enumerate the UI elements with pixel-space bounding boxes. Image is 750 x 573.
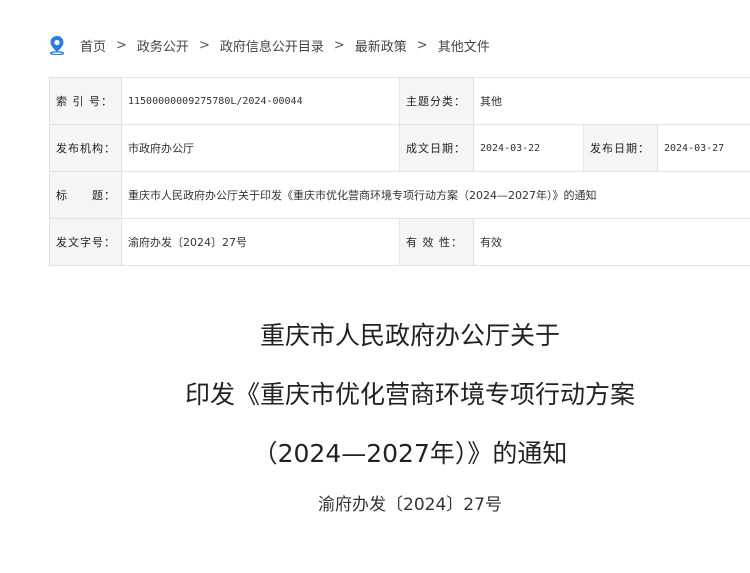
table-row: 发文字号： 渝府办发〔2024〕27号 有 效 性： 有效 — [49, 218, 750, 266]
title-value: 重庆市人民政府办公厅关于印发《重庆市优化营商环境专项行动方案（2024—2027… — [120, 171, 750, 219]
breadcrumb-home[interactable]: 首页 — [80, 36, 106, 55]
topic-category-label: 主题分类： — [399, 77, 474, 125]
breadcrumb-separator: > — [416, 37, 428, 53]
breadcrumb-info-catalog[interactable]: 政府信息公开目录 — [220, 36, 324, 55]
written-date-label: 成文日期： — [399, 124, 474, 172]
validity-label: 有 效 性： — [399, 218, 474, 266]
release-date-value: 2024-03-27 — [656, 124, 750, 172]
breadcrumb-separator: > — [198, 37, 210, 53]
breadcrumb-government-affairs[interactable]: 政务公开 — [137, 36, 189, 55]
document-metadata-table: 索 引 号： 11500000009275780L/2024-00044 主题分… — [49, 77, 750, 266]
publisher-label: 发布机构： — [49, 124, 122, 172]
table-row: 标 题： 重庆市人民政府办公厅关于印发《重庆市优化营商环境专项行动方案（2024… — [49, 171, 750, 219]
validity-value: 有效 — [472, 218, 750, 266]
breadcrumb: 首页 > 政务公开 > 政府信息公开目录 > 最新政策 > 其他文件 — [48, 34, 490, 56]
document-number-label: 发文字号： — [49, 218, 122, 266]
location-pin-icon — [48, 35, 66, 55]
breadcrumb-separator: > — [333, 37, 345, 53]
release-date-label: 发布日期： — [583, 124, 658, 172]
index-number-label: 索 引 号： — [49, 77, 122, 125]
written-date-value: 2024-03-22 — [473, 124, 584, 172]
document-title-line-3: （2024—2027年）》的通知 — [252, 439, 568, 468]
title-label: 标 题： — [49, 171, 122, 219]
breadcrumb-other-files[interactable]: 其他文件 — [438, 36, 490, 55]
table-row: 索 引 号： 11500000009275780L/2024-00044 主题分… — [49, 77, 750, 125]
breadcrumb-latest-policy[interactable]: 最新政策 — [355, 36, 407, 55]
index-number-value: 11500000009275780L/2024-00044 — [121, 77, 400, 125]
document-number: 渝府办发〔2024〕27号 — [318, 495, 502, 515]
table-row: 发布机构： 市政府办公厅 成文日期： 2024-03-22 发布日期： 2024… — [49, 124, 750, 172]
document-title-line-2: 印发《重庆市优化营商环境专项行动方案 — [184, 380, 635, 409]
document-title-line-1: 重庆市人民政府办公厅关于 — [259, 321, 560, 350]
publisher-value: 市政府办公厅 — [121, 124, 400, 172]
topic-category-value: 其他 — [472, 77, 750, 125]
breadcrumb-separator: > — [116, 37, 127, 53]
document-number-value: 渝府办发〔2024〕27号 — [121, 218, 400, 266]
